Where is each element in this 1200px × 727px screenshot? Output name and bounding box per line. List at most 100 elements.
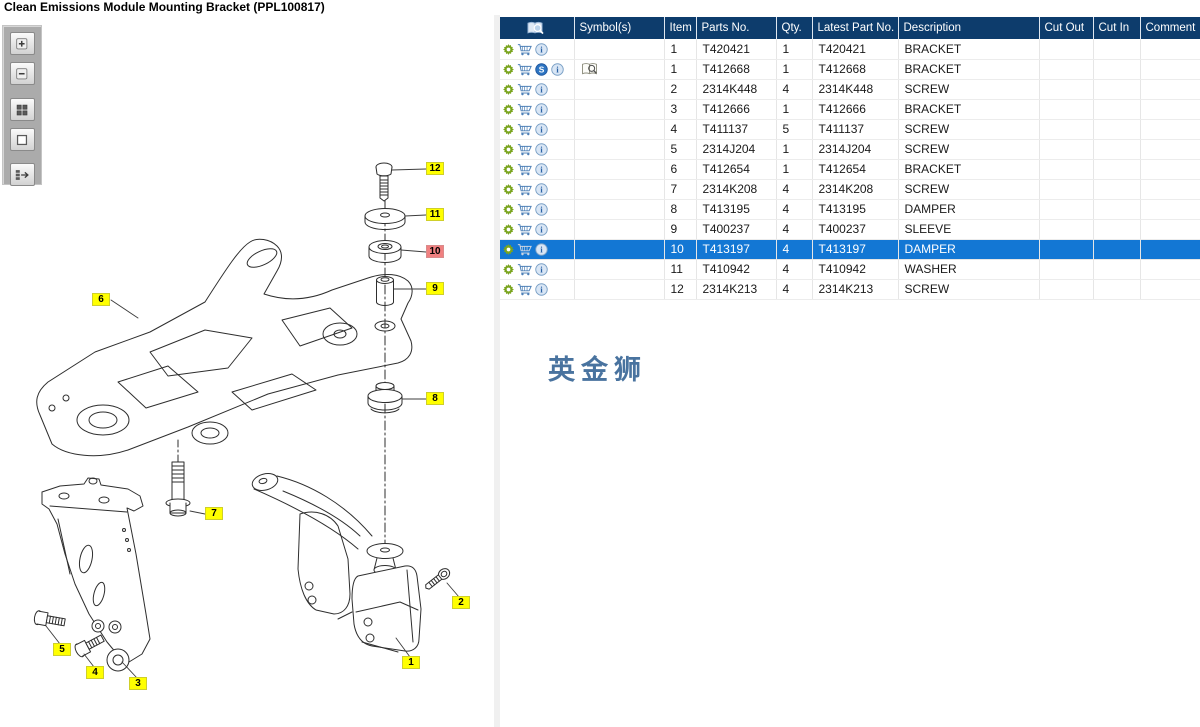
symbol-book-magnifier-icon[interactable] (581, 62, 598, 76)
info-icon[interactable]: i (535, 143, 548, 156)
cell-qty: 4 (776, 239, 813, 260)
cell-qty: 4 (776, 219, 813, 240)
cart-icon[interactable] (517, 183, 532, 196)
info-icon[interactable]: i (535, 203, 548, 216)
gear-icon[interactable] (503, 284, 514, 296)
info-icon[interactable]: i (535, 263, 548, 276)
cart-icon[interactable] (517, 283, 532, 296)
table-row[interactable]: i 7 2314K208 4 2314K208 SCREW (500, 179, 1200, 200)
gear-icon[interactable] (503, 264, 514, 276)
cell-description: SCREW (898, 279, 1040, 300)
info-icon[interactable]: i (535, 43, 548, 56)
gear-icon[interactable] (503, 124, 514, 136)
cart-icon[interactable] (517, 43, 532, 56)
cart-icon[interactable] (517, 163, 532, 176)
cart-icon[interactable] (517, 63, 532, 76)
table-row[interactable]: i 6 T412654 1 T412654 BRACKET (500, 159, 1200, 180)
gear-icon[interactable] (503, 104, 514, 116)
cell-parts-no: 2314J204 (696, 139, 777, 160)
gear-icon[interactable] (503, 64, 514, 76)
cell-comment (1140, 199, 1200, 220)
cell-latest-part-no: T412668 (812, 59, 899, 80)
cart-icon[interactable] (517, 143, 532, 156)
gear-icon[interactable] (503, 224, 514, 236)
column-header-cut-in: Cut In (1093, 17, 1141, 39)
table-row[interactable]: i 10 T413197 4 T413197 DAMPER (500, 239, 1200, 260)
gear-icon[interactable] (503, 164, 514, 176)
info-icon[interactable]: i (535, 163, 548, 176)
gear-icon[interactable] (503, 43, 514, 55)
gear-icon[interactable] (503, 184, 514, 196)
cell-item: 4 (664, 119, 697, 140)
table-row[interactable]: i 1 T420421 1 T420421 BRACKET (500, 39, 1200, 60)
info-icon[interactable]: i (535, 123, 548, 136)
cell-description: WASHER (898, 259, 1040, 280)
substitution-icon[interactable]: S (535, 63, 548, 76)
zoom-in-button[interactable] (9, 32, 35, 55)
table-row[interactable]: i 4 T411137 5 T411137 SCREW (500, 119, 1200, 140)
column-header-comment: Comment (1140, 17, 1200, 39)
info-icon[interactable]: i (535, 103, 548, 116)
column-header-parts-no: Parts No. (696, 17, 777, 39)
info-icon[interactable]: i (535, 183, 548, 196)
cell-qty: 4 (776, 279, 813, 300)
callout-7[interactable]: 7 (205, 507, 223, 520)
view-fit-button[interactable] (9, 128, 35, 151)
cell-item: 7 (664, 179, 697, 200)
mount-top-part (337, 543, 422, 653)
gear-icon[interactable] (503, 244, 514, 256)
column-header-description: Description (898, 17, 1040, 39)
column-header-symbols: Symbol(s) (574, 17, 665, 39)
cart-icon[interactable] (517, 223, 532, 236)
cell-parts-no: 2314K448 (696, 79, 777, 100)
cell-symbols (574, 239, 665, 260)
watermark-text: 英金狮 (548, 355, 647, 385)
info-icon[interactable]: i (535, 223, 548, 236)
cart-icon[interactable] (517, 123, 532, 136)
cart-icon[interactable] (517, 103, 532, 116)
callout-12[interactable]: 12 (426, 162, 444, 175)
info-icon[interactable]: i (535, 83, 548, 96)
table-row[interactable]: i 8 T413195 4 T413195 DAMPER (500, 199, 1200, 220)
table-row[interactable]: i 9 T400237 4 T400237 SLEEVE (500, 219, 1200, 240)
callout-11[interactable]: 11 (426, 208, 444, 221)
callout-3[interactable]: 3 (129, 677, 147, 690)
callout-2[interactable]: 2 (452, 596, 470, 609)
table-row[interactable]: Si 1 T412668 1 T412668 BRACKET (500, 59, 1200, 80)
callout-6[interactable]: 6 (92, 293, 110, 306)
table-row[interactable]: i 5 2314J204 1 2314J204 SCREW (500, 139, 1200, 160)
cell-latest-part-no: 2314K213 (812, 279, 899, 300)
callout-1[interactable]: 1 (402, 656, 420, 669)
cell-cut-out (1039, 239, 1094, 260)
export-list-button[interactable] (9, 163, 35, 186)
callout-9[interactable]: 9 (426, 282, 444, 295)
cell-comment (1140, 39, 1200, 60)
cell-description: BRACKET (898, 39, 1040, 60)
callout-5[interactable]: 5 (53, 643, 71, 656)
gear-icon[interactable] (503, 144, 514, 156)
cart-icon[interactable] (517, 203, 532, 216)
zoom-out-button[interactable] (9, 62, 35, 85)
cell-cut-out (1039, 279, 1094, 300)
gear-icon[interactable] (503, 204, 514, 216)
cart-icon[interactable] (517, 243, 532, 256)
cell-parts-no: T411137 (696, 119, 777, 140)
cart-icon[interactable] (517, 83, 532, 96)
callout-8[interactable]: 8 (426, 392, 444, 405)
table-row[interactable]: i 12 2314K213 4 2314K213 SCREW (500, 279, 1200, 300)
table-row[interactable]: i 11 T410942 4 T410942 WASHER (500, 259, 1200, 280)
info-icon[interactable]: i (535, 243, 548, 256)
cell-symbols (574, 79, 665, 100)
callout-10[interactable]: 10 (426, 245, 444, 258)
parts-filter-icon[interactable] (526, 21, 545, 36)
cell-symbols (574, 99, 665, 120)
info-icon[interactable]: i (551, 63, 564, 76)
cart-icon[interactable] (517, 263, 532, 276)
view-grid-button[interactable] (9, 98, 35, 121)
info-icon[interactable]: i (535, 283, 548, 296)
cell-cut-in (1093, 139, 1141, 160)
table-row[interactable]: i 2 2314K448 4 2314K448 SCREW (500, 79, 1200, 100)
callout-4[interactable]: 4 (86, 666, 104, 679)
table-row[interactable]: i 3 T412666 1 T412666 BRACKET (500, 99, 1200, 120)
gear-icon[interactable] (503, 84, 514, 96)
